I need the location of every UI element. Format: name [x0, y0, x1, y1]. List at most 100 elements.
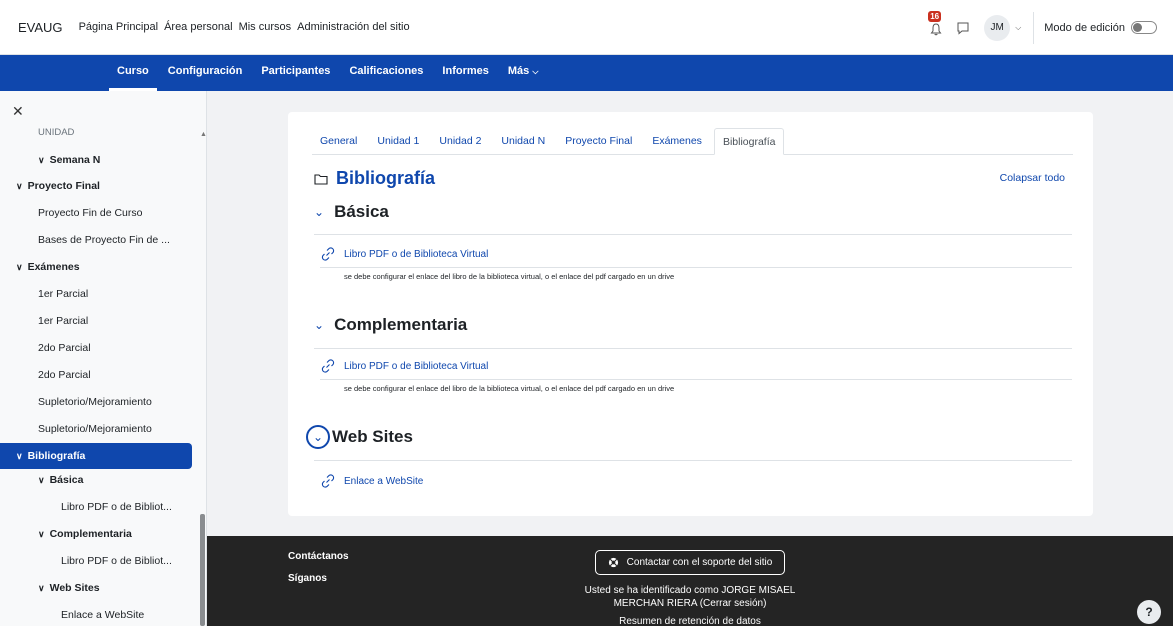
site-brand[interactable]: EVAUG: [18, 20, 63, 35]
drawer-item-label: Bibliografía: [27, 450, 86, 462]
drawer-item[interactable]: Libro PDF o de Bibliot...: [0, 501, 200, 513]
drawer-item-label: Web Sites: [49, 582, 100, 594]
activity-divider: [320, 379, 1072, 380]
course-content-card: General Unidad 1 Unidad 2 Unidad N Proye…: [288, 112, 1093, 516]
chevron-down-icon: ⌵: [532, 67, 539, 76]
user-nav: 16 JM ⌵ Modo de edición: [928, 0, 1157, 55]
edit-mode-toggle[interactable]: [1131, 21, 1157, 34]
tab-reports[interactable]: Informes: [442, 55, 488, 91]
drawer-item-label: 1er Parcial: [38, 315, 89, 327]
drawer-item-label: Exámenes: [27, 261, 80, 273]
section-divider: [314, 348, 1072, 349]
activity-description: se debe configurar el enlace del libro d…: [344, 272, 675, 281]
section-header-web-sites[interactable]: ⌄ Web Sites: [306, 425, 413, 449]
messages-icon[interactable]: [956, 21, 970, 35]
logged-in-info[interactable]: Usted se ha identificado como JORGE MISA…: [570, 584, 810, 610]
chevron-down-icon[interactable]: ⌄: [314, 318, 324, 332]
chevron-down-icon[interactable]: ⌄: [314, 205, 324, 219]
activity-url-basica[interactable]: Libro PDF o de Biblioteca Virtual: [320, 246, 488, 262]
section-header-complementaria[interactable]: ⌄ Complementaria: [314, 315, 467, 335]
activity-url-complementaria[interactable]: Libro PDF o de Biblioteca Virtual: [320, 358, 488, 374]
section-tabs: General Unidad 1 Unidad 2 Unidad N Proye…: [312, 128, 1073, 155]
drawer-item[interactable]: ∨ Proyecto Final: [0, 180, 200, 192]
drawer-item-label: Enlace a WebSite: [61, 609, 145, 621]
course-secondary-nav: Curso Configuración Participantes Califi…: [0, 55, 1173, 91]
activity-url-web-sites[interactable]: Enlace a WebSite: [320, 473, 423, 489]
section-divider: [314, 460, 1072, 461]
drawer-item-label: 2do Parcial: [38, 369, 91, 381]
drawer-item-label: Supletorio/Mejoramiento: [38, 396, 152, 408]
chevron-down-icon[interactable]: ⌄: [306, 425, 330, 449]
activity-link[interactable]: Libro PDF o de Biblioteca Virtual: [344, 249, 488, 260]
nav-link-site-admin[interactable]: Administración del sitio: [297, 21, 410, 33]
drawer-item-label: Supletorio/Mejoramiento: [38, 423, 152, 435]
drawer-item-label: UNIDAD: [38, 127, 75, 138]
drawer-item[interactable]: ∨ Básica: [0, 474, 200, 486]
drawer-item[interactable]: UNIDAD: [0, 127, 200, 138]
drawer-item[interactable]: ∨ Exámenes: [0, 261, 200, 273]
tab-settings[interactable]: Configuración: [168, 55, 243, 91]
chevron-down-icon[interactable]: ∨: [38, 583, 45, 594]
chevron-down-icon[interactable]: ∨: [16, 443, 23, 469]
folder-icon: [314, 173, 328, 185]
footer-follow-heading: Síganos: [288, 573, 327, 584]
activity-link[interactable]: Enlace a WebSite: [344, 476, 423, 487]
notification-count-badge: 16: [928, 10, 942, 22]
drawer-item[interactable]: Supletorio/Mejoramiento: [0, 423, 200, 435]
chevron-down-icon[interactable]: ⌵: [1015, 23, 1021, 33]
contact-support-button[interactable]: Contactar con el soporte del sitio: [595, 550, 785, 575]
drawer-item[interactable]: 1er Parcial: [0, 315, 200, 327]
scroll-up-arrow[interactable]: ▲: [200, 131, 206, 138]
drawer-item-label: Libro PDF o de Bibliot...: [61, 501, 172, 513]
drawer-item[interactable]: 2do Parcial: [0, 369, 200, 381]
link-icon: [321, 474, 335, 488]
chevron-down-icon[interactable]: ∨: [16, 262, 23, 273]
nav-link-my-courses[interactable]: Mis cursos: [239, 21, 292, 33]
tab-more[interactable]: Más ⌵: [508, 55, 539, 91]
link-icon: [321, 247, 335, 261]
tab-unidad-n[interactable]: Unidad N: [493, 128, 553, 154]
page-title: Bibliografía: [336, 168, 436, 188]
section-divider: [314, 234, 1072, 235]
drawer-item[interactable]: Proyecto Fin de Curso: [0, 207, 200, 219]
tab-examenes[interactable]: Exámenes: [644, 128, 710, 154]
avatar[interactable]: JM: [984, 14, 1011, 41]
drawer-item[interactable]: Supletorio/Mejoramiento: [0, 396, 200, 408]
drawer-scrollbar[interactable]: [200, 514, 205, 626]
collapse-all-link[interactable]: Colapsar todo: [1000, 172, 1065, 184]
drawer-item[interactable]: ∨ Complementaria: [0, 528, 200, 540]
chevron-down-icon[interactable]: ∨: [16, 181, 23, 192]
divider: [1033, 11, 1035, 44]
drawer-item[interactable]: 2do Parcial: [0, 342, 200, 354]
tab-general[interactable]: General: [312, 128, 365, 154]
nav-link-dashboard[interactable]: Área personal: [164, 21, 233, 33]
tab-grades[interactable]: Calificaciones: [349, 55, 423, 91]
drawer-item[interactable]: Bases de Proyecto Fin de ...: [0, 234, 200, 246]
chevron-down-icon[interactable]: ∨: [38, 155, 45, 166]
activity-link[interactable]: Libro PDF o de Biblioteca Virtual: [344, 361, 488, 372]
drawer-item[interactable]: ∨ Semana N: [0, 154, 200, 166]
drawer-item[interactable]: Libro PDF o de Bibliot...: [0, 555, 200, 567]
notifications-button[interactable]: 16: [928, 10, 946, 37]
chevron-down-icon[interactable]: ∨: [38, 529, 45, 540]
drawer-item-active[interactable]: ∨ Bibliografía: [0, 443, 192, 469]
link-icon: [321, 359, 335, 373]
nav-link-home[interactable]: Página Principal: [79, 21, 159, 33]
drawer-item-label: 2do Parcial: [38, 342, 91, 354]
section-header-basica[interactable]: ⌄ Básica: [314, 202, 389, 222]
tab-proyecto-final[interactable]: Proyecto Final: [557, 128, 640, 154]
chevron-down-icon[interactable]: ∨: [38, 475, 45, 486]
tab-unidad-1[interactable]: Unidad 1: [369, 128, 427, 154]
drawer-item[interactable]: Enlace a WebSite: [0, 609, 200, 621]
close-icon[interactable]: ✕: [12, 103, 24, 120]
tab-unidad-2[interactable]: Unidad 2: [431, 128, 489, 154]
tab-participants[interactable]: Participantes: [261, 55, 330, 91]
drawer-item-label: 1er Parcial: [38, 288, 89, 300]
drawer-item[interactable]: ∨ Web Sites: [0, 582, 200, 594]
data-retention-link[interactable]: Resumen de retención de datos: [570, 616, 810, 626]
help-button[interactable]: ?: [1137, 600, 1161, 624]
tab-bibliografia[interactable]: Bibliografía: [713, 128, 785, 155]
page-title-row: Bibliografía: [314, 168, 435, 189]
drawer-item[interactable]: 1er Parcial: [0, 288, 200, 300]
tab-course[interactable]: Curso: [109, 55, 157, 91]
